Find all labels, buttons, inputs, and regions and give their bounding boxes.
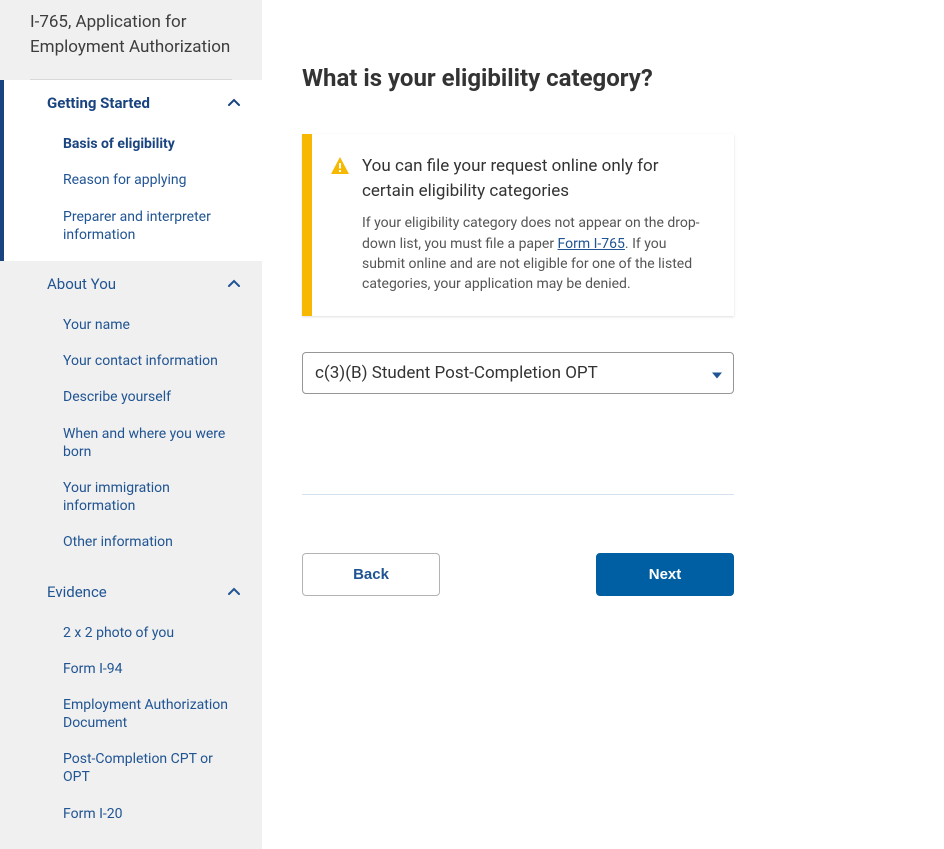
button-row: Back Next: [302, 553, 734, 596]
nav-section-getting-started: Getting Started Basis of eligibility Rea…: [0, 80, 262, 261]
sidebar: I-765, Application for Employment Author…: [0, 0, 262, 849]
select-value: c(3)(B) Student Post-Completion OPT: [315, 363, 598, 383]
main-content: What is your eligibility category? You c…: [262, 0, 944, 849]
chevron-up-icon: [228, 97, 240, 109]
nav-label: Evidence: [47, 583, 107, 601]
back-button[interactable]: Back: [302, 553, 440, 596]
form-title: I-765, Application for Employment Author…: [30, 10, 232, 59]
alert-title: You can file your request online only fo…: [362, 154, 712, 203]
nav-head-about-you[interactable]: About You: [0, 261, 262, 307]
nav-item-preparer-interpreter[interactable]: Preparer and interpreter information: [4, 199, 262, 253]
nav-item-photo[interactable]: 2 x 2 photo of you: [0, 615, 262, 651]
page-title: What is your eligibility category?: [302, 64, 904, 92]
nav-item-contact-info[interactable]: Your contact information: [0, 343, 262, 379]
nav-item-your-name[interactable]: Your name: [0, 307, 262, 343]
nav-head-evidence[interactable]: Evidence: [0, 569, 262, 615]
eligibility-category-select-wrap: c(3)(B) Student Post-Completion OPT: [302, 352, 734, 394]
chevron-up-icon: [228, 278, 240, 290]
nav-head-getting-started[interactable]: Getting Started: [4, 80, 262, 126]
nav-section-evidence: Evidence 2 x 2 photo of you Form I-94 Em…: [0, 569, 262, 840]
alert-text: If your eligibility category does not ap…: [362, 213, 712, 294]
nav-item-other-info[interactable]: Other information: [0, 524, 262, 560]
sidebar-nav: Getting Started Basis of eligibility Rea…: [0, 80, 262, 849]
nav-item-form-i94[interactable]: Form I-94: [0, 651, 262, 687]
next-button[interactable]: Next: [596, 553, 734, 596]
nav-sub-getting-started: Basis of eligibility Reason for applying…: [4, 126, 262, 261]
chevron-up-icon: [228, 586, 240, 598]
alert-body: You can file your request online only fo…: [362, 154, 712, 294]
nav-label: Getting Started: [47, 94, 150, 112]
sidebar-header: I-765, Application for Employment Author…: [0, 0, 262, 80]
warning-alert: You can file your request online only fo…: [302, 134, 734, 316]
nav-head-additional-info[interactable]: Additional Information: [0, 840, 262, 849]
nav-item-basis-of-eligibility[interactable]: Basis of eligibility: [4, 126, 262, 162]
nav-sub-evidence: 2 x 2 photo of you Form I-94 Employment …: [0, 615, 262, 840]
nav-sub-about-you: Your name Your contact information Descr…: [0, 307, 262, 569]
warning-icon: [330, 156, 350, 176]
nav-label: About You: [47, 275, 116, 293]
nav-section-about-you: About You Your name Your contact informa…: [0, 261, 262, 569]
section-divider: [302, 494, 734, 495]
nav-item-when-where-born[interactable]: When and where you were born: [0, 416, 262, 470]
nav-item-cpt-opt[interactable]: Post-Completion CPT or OPT: [0, 741, 262, 795]
eligibility-category-select[interactable]: c(3)(B) Student Post-Completion OPT: [302, 352, 734, 394]
nav-item-describe-yourself[interactable]: Describe yourself: [0, 379, 262, 415]
nav-section-additional-info: Additional Information: [0, 840, 262, 849]
nav-item-reason-for-applying[interactable]: Reason for applying: [4, 162, 262, 198]
nav-item-ead[interactable]: Employment Authorization Document: [0, 687, 262, 741]
nav-item-immigration-info[interactable]: Your immigration information: [0, 470, 262, 524]
nav-item-form-i20[interactable]: Form I-20: [0, 796, 262, 832]
form-i765-link[interactable]: Form I-765: [558, 236, 625, 252]
